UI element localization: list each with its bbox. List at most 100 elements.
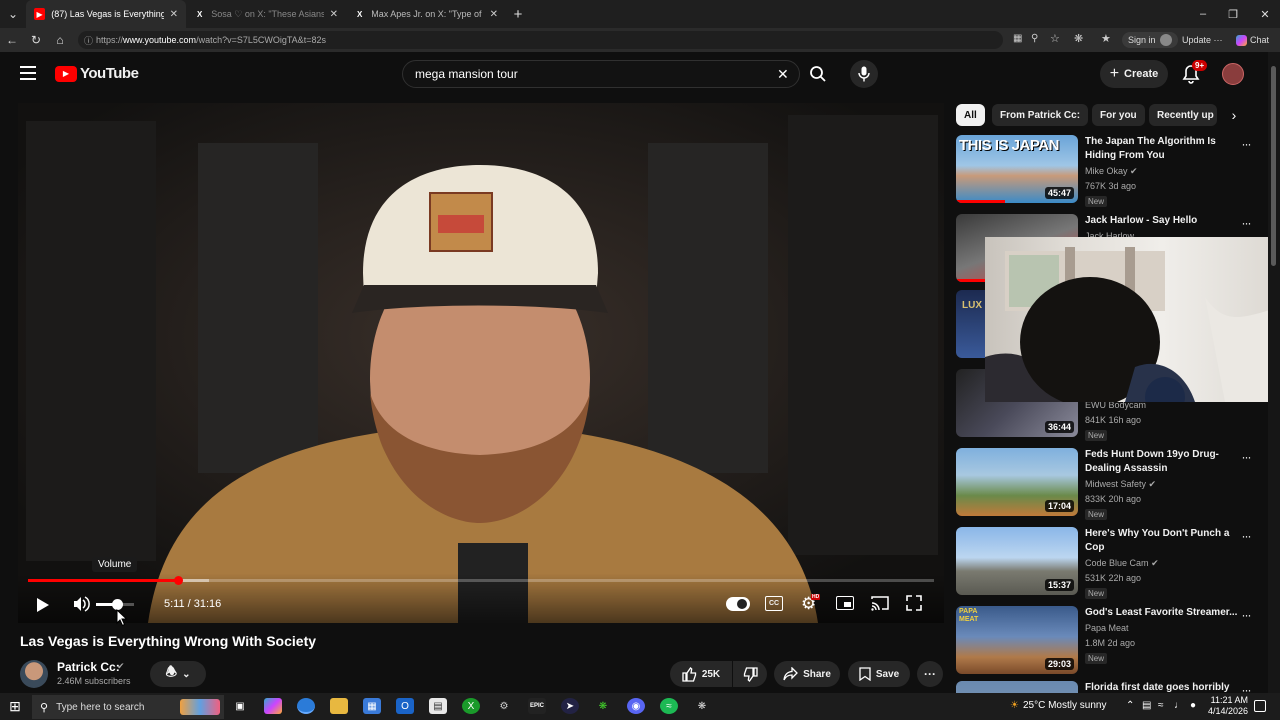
thumbnail[interactable]: 15:37	[956, 527, 1078, 595]
zoom-icon[interactable]: ⚲	[1031, 33, 1038, 44]
notification-center-icon[interactable]	[1254, 700, 1266, 712]
recommendation-item[interactable]: THIS IS JAPAN 45:47 The Japan The Algori…	[956, 135, 1268, 207]
mic-tray-icon[interactable]: ●	[1190, 700, 1196, 711]
copilot-icon[interactable]	[264, 698, 282, 714]
edge-browser-icon[interactable]	[297, 698, 315, 714]
progress-track[interactable]	[28, 576, 934, 585]
scrubber-handle[interactable]	[174, 576, 184, 585]
minimize-button[interactable]: –	[1188, 0, 1218, 28]
save-button[interactable]: Save	[848, 661, 910, 687]
favorite-star-icon[interactable]: ☆	[1050, 32, 1060, 45]
chatgpt-icon[interactable]: ❋	[693, 698, 711, 714]
show-hidden-icons[interactable]: ⌃	[1126, 700, 1134, 711]
copilot-chat-button[interactable]: Chat	[1230, 32, 1275, 48]
mute-button[interactable]	[72, 595, 90, 613]
xbox-icon[interactable]: X	[462, 698, 480, 714]
thumbnail[interactable]: THIS IS JAPAN 45:47	[956, 135, 1078, 203]
cast-button[interactable]	[871, 595, 889, 611]
chip-for-you[interactable]: For you	[1092, 104, 1145, 126]
thumbnail[interactable]	[956, 681, 1078, 693]
notifications-button[interactable]: 9+	[1182, 60, 1208, 84]
update-button[interactable]: Update ···	[1176, 32, 1229, 48]
settings-app-icon[interactable]: ⚙	[495, 698, 513, 714]
more-vertical-icon[interactable]: ···	[1239, 529, 1253, 543]
site-info-icon[interactable]: ⓘ	[84, 34, 93, 47]
epic-games-icon[interactable]: EPIC	[528, 698, 546, 714]
thumbnail[interactable]: 17:04	[956, 448, 1078, 516]
dislike-button[interactable]	[733, 661, 767, 687]
close-window-button[interactable]: ✕	[1250, 0, 1280, 28]
taskbar-search-box[interactable]: ⚲ Type here to search	[32, 695, 224, 719]
search-input[interactable]: mega mansion tour ✕	[402, 60, 800, 88]
miniplayer-button[interactable]	[836, 596, 854, 610]
more-vertical-icon[interactable]: ···	[1239, 683, 1253, 693]
video-player[interactable]: 5:11 / 31:16 CC ⚙ HD	[18, 103, 944, 623]
page-scrollbar[interactable]	[1268, 52, 1280, 693]
menu-icon[interactable]	[20, 66, 36, 80]
channel-avatar[interactable]	[20, 660, 48, 688]
weather-widget[interactable]: ☀ 25°C Mostly sunny	[1010, 700, 1106, 711]
favorites-icon[interactable]: ★	[1101, 32, 1111, 45]
tab-x-sosa[interactable]: X Sosa ♡ on X: "These Asians got a ✕	[186, 0, 346, 28]
refresh-button[interactable]: ↻	[24, 28, 48, 52]
more-vertical-icon[interactable]: ···	[1239, 216, 1253, 230]
play-button[interactable]	[36, 597, 50, 613]
recommendation-item[interactable]: Florida first date goes horribly ···	[956, 681, 1268, 693]
recommendation-item[interactable]: 17:04 Feds Hunt Down 19yo Drug-Dealing A…	[956, 448, 1268, 520]
more-vertical-icon[interactable]: ···	[1239, 608, 1253, 622]
discord-icon[interactable]: ◉	[627, 698, 645, 714]
subscribed-notifications-button[interactable]: 🕭 ⌄	[150, 661, 206, 687]
tab-youtube[interactable]: ▶ (87) Las Vegas is Everything Wrong ✕	[26, 0, 186, 28]
task-view-icon[interactable]: ▣	[231, 698, 249, 714]
extensions-icon[interactable]: ❋	[1074, 32, 1083, 45]
spotify-icon[interactable]: ≈	[660, 698, 678, 714]
like-button[interactable]: 25K	[670, 661, 732, 687]
chip-recently-uploaded[interactable]: Recently up	[1149, 104, 1217, 126]
captions-button[interactable]: CC	[765, 596, 783, 611]
channel-name[interactable]: Patrick Cc:	[57, 660, 120, 674]
app-launcher-icon[interactable]: ➤	[561, 698, 579, 714]
wifi-icon[interactable]: ≈	[1158, 700, 1164, 711]
app-available-icon[interactable]: ▦	[1013, 33, 1022, 44]
more-vertical-icon[interactable]: ···	[1239, 450, 1253, 464]
create-button[interactable]: + Create	[1100, 60, 1168, 88]
search-button[interactable]	[800, 60, 836, 88]
outlook-icon[interactable]: O	[396, 698, 414, 714]
razer-icon[interactable]: ❋	[594, 698, 612, 714]
file-explorer-icon[interactable]	[330, 698, 348, 714]
youtube-logo[interactable]: ▶ YouTube	[55, 65, 139, 82]
network-icon[interactable]: ▤	[1142, 700, 1151, 711]
close-tab-icon[interactable]: ✕	[330, 9, 338, 20]
chip-from-channel[interactable]: From Patrick Cc:	[992, 104, 1089, 126]
start-button[interactable]: ⊞	[6, 698, 24, 714]
chip-all[interactable]: All	[956, 104, 985, 126]
chips-scroll-right-button[interactable]: ›	[1222, 104, 1246, 126]
more-actions-button[interactable]: ···	[917, 661, 943, 687]
tab-x-max-apes[interactable]: X Max Apes Jr. on X: "Type of timing ✕	[346, 0, 506, 28]
close-tab-icon[interactable]: ✕	[170, 9, 178, 20]
sign-in-button[interactable]: Sign in	[1122, 32, 1178, 48]
tab-actions-menu[interactable]: ⌄	[0, 2, 26, 26]
thumbnail[interactable]: PAPA MEAT 29:03	[956, 606, 1078, 674]
home-button[interactable]: ⌂	[48, 28, 72, 52]
scrollbar-thumb[interactable]	[1271, 66, 1276, 266]
back-button[interactable]: ←	[0, 28, 24, 52]
autoplay-toggle[interactable]	[726, 597, 750, 611]
notepad-icon[interactable]: ▤	[429, 698, 447, 714]
recommendation-item[interactable]: PAPA MEAT 29:03 God's Least Favorite Str…	[956, 606, 1268, 678]
clock[interactable]: 11:21 AM 4/14/2026	[1202, 695, 1248, 717]
close-tab-icon[interactable]: ✕	[490, 9, 498, 20]
more-vertical-icon[interactable]: ···	[1239, 137, 1253, 151]
share-button[interactable]: Share	[774, 661, 840, 687]
speaker-icon[interactable]: ♩	[1174, 700, 1184, 711]
new-tab-button[interactable]: +	[506, 2, 530, 26]
clear-search-icon[interactable]: ✕	[777, 66, 789, 83]
volume-slider[interactable]	[96, 599, 134, 610]
restore-button[interactable]: ❐	[1218, 0, 1248, 28]
fullscreen-button[interactable]	[906, 595, 922, 611]
settings-button[interactable]: ⚙ HD	[801, 594, 821, 614]
url-bar[interactable]: ⓘ https://www.youtube.com/watch?v=S7L5CW…	[78, 31, 1003, 49]
voice-search-button[interactable]	[850, 60, 878, 88]
microsoft-store-icon[interactable]: ▦	[363, 698, 381, 714]
recommendation-item[interactable]: 15:37 Here's Why You Don't Punch a Cop C…	[956, 527, 1268, 599]
